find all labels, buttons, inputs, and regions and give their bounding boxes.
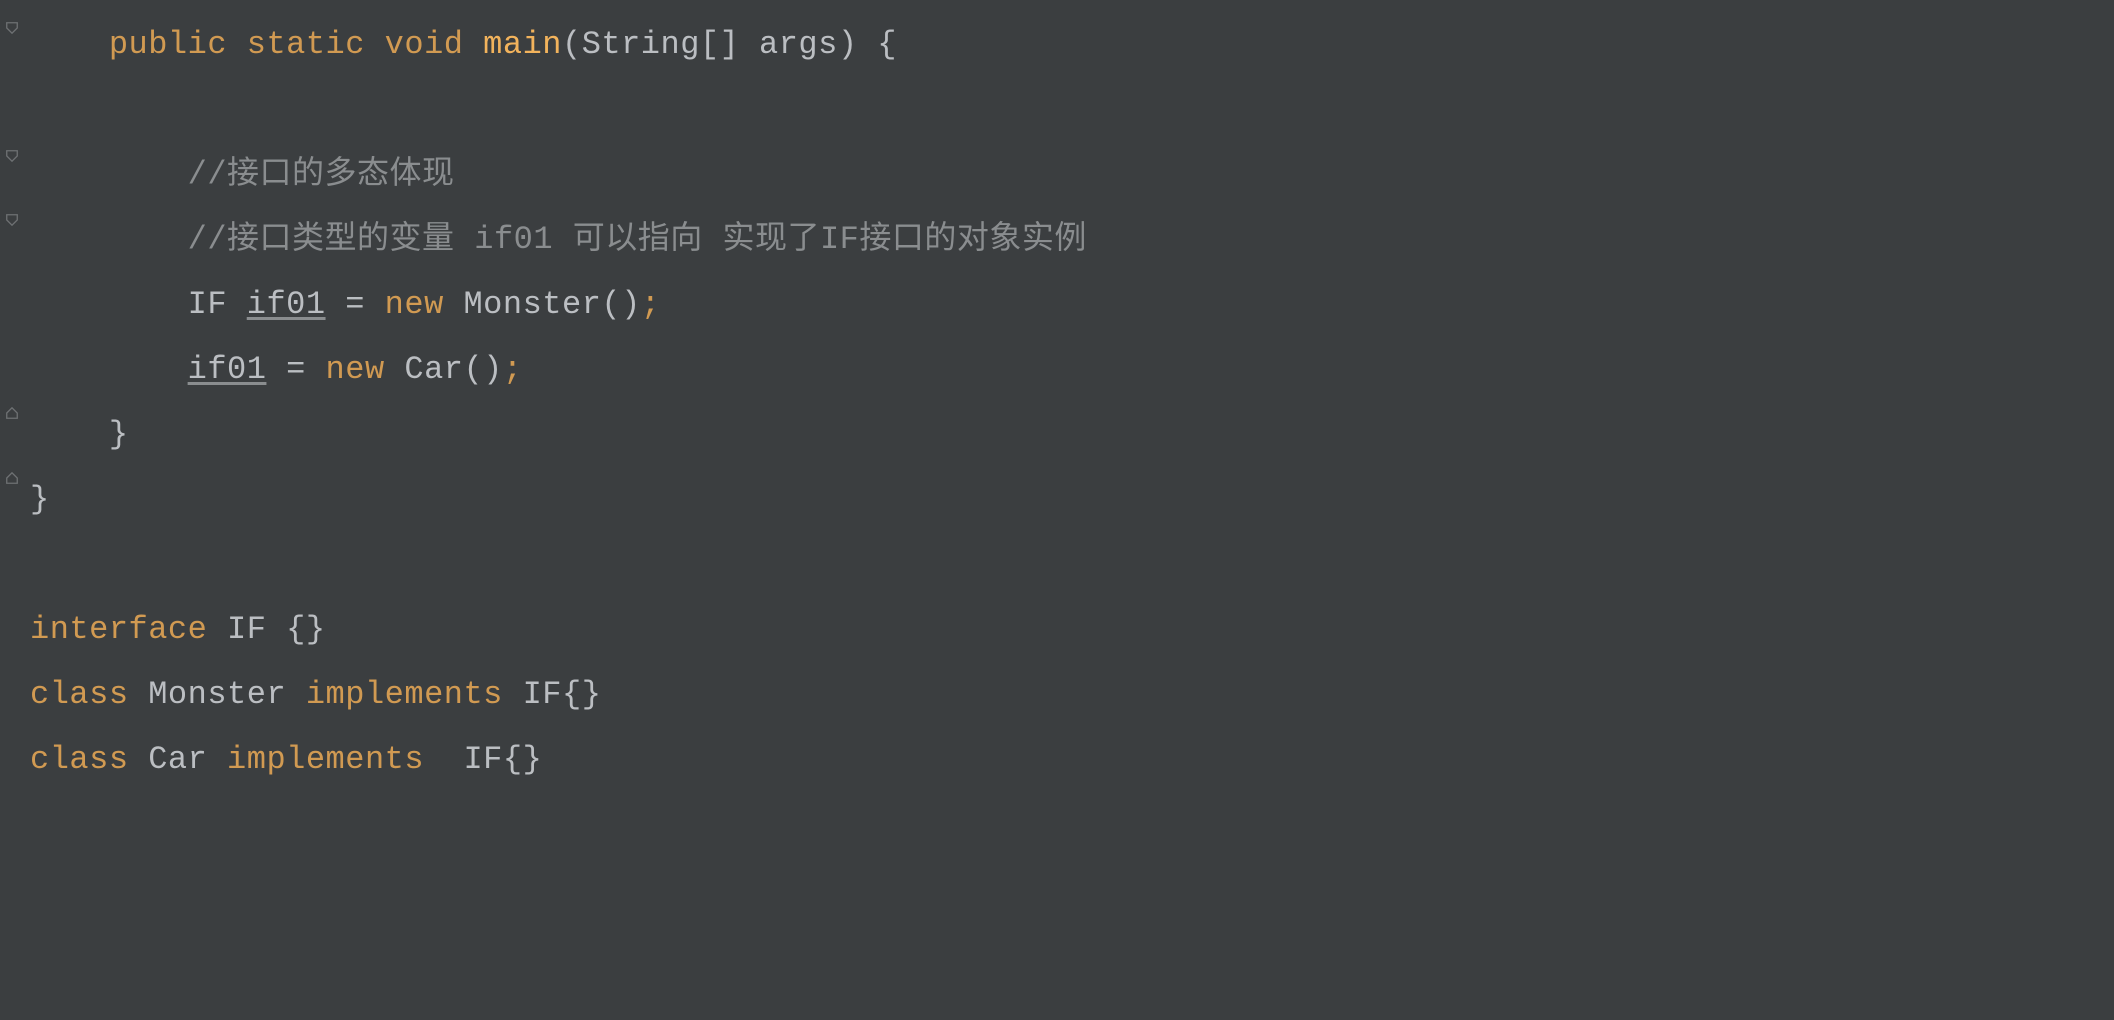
type-name: IF: [424, 741, 503, 778]
semicolon: ;: [503, 351, 523, 388]
indent: [30, 156, 188, 193]
comment-slash: //: [188, 156, 227, 193]
code-line: IF if01 = new Monster();: [30, 272, 2114, 337]
keyword-implements: implements: [306, 676, 503, 713]
type-name: IF: [188, 286, 247, 323]
brace: }: [109, 416, 129, 453]
indent: [30, 286, 188, 323]
constructor-call: Car(): [385, 351, 503, 388]
code-line-blank: [30, 77, 2114, 142]
variable: if01: [188, 351, 267, 388]
method-name: main: [483, 26, 562, 63]
keyword-new: new: [385, 286, 444, 323]
paren: ): [838, 26, 858, 63]
keyword-class: class: [30, 676, 129, 713]
fold-marker-icon[interactable]: [4, 148, 20, 164]
fold-marker-icon[interactable]: [4, 470, 20, 486]
keyword-public: public: [109, 26, 227, 63]
type-name: IF: [207, 611, 286, 648]
keyword-void: void: [385, 26, 464, 63]
code-line: //接口的多态体现: [30, 142, 2114, 207]
braces: {}: [503, 741, 542, 778]
assign-op: =: [266, 351, 325, 388]
code-line: //接口类型的变量 if01 可以指向 实现了IF接口的对象实例: [30, 207, 2114, 272]
code-line: class Monster implements IF{}: [30, 662, 2114, 727]
type-name: IF: [503, 676, 562, 713]
comment-text: 接口的多态体现: [227, 156, 455, 193]
indent: [30, 221, 188, 258]
paren: (: [562, 26, 582, 63]
code-line: }: [30, 467, 2114, 532]
type-name: Monster: [129, 676, 306, 713]
keyword-interface: interface: [30, 611, 207, 648]
brace: {: [858, 26, 897, 63]
keyword-implements: implements: [227, 741, 424, 778]
braces: {}: [562, 676, 601, 713]
code-editor[interactable]: public static void main(String[] args) {…: [26, 0, 2114, 1020]
brace: }: [30, 481, 50, 518]
keyword-static: static: [247, 26, 365, 63]
type-string: String: [582, 26, 700, 63]
code-line: interface IF {}: [30, 597, 2114, 662]
code-line: class Car implements IF{}: [30, 727, 2114, 792]
editor-gutter: [0, 0, 26, 1020]
indent: [30, 351, 188, 388]
fold-marker-icon[interactable]: [4, 405, 20, 421]
fold-marker-icon[interactable]: [4, 20, 20, 36]
comment-slash: //: [188, 221, 227, 258]
comment-text: 接口类型的变量 if01 可以指向 实现了IF接口的对象实例: [227, 221, 1087, 258]
keyword-new: new: [326, 351, 385, 388]
code-line-blank: [30, 532, 2114, 597]
indent: [30, 26, 109, 63]
code-line: public static void main(String[] args) {: [30, 12, 2114, 77]
code-line: if01 = new Car();: [30, 337, 2114, 402]
assign-op: =: [326, 286, 385, 323]
parameter: args: [739, 26, 838, 63]
type-name: Car: [129, 741, 228, 778]
keyword-class: class: [30, 741, 129, 778]
code-line: }: [30, 402, 2114, 467]
variable: if01: [247, 286, 326, 323]
constructor-call: Monster(): [444, 286, 641, 323]
semicolon: ;: [641, 286, 661, 323]
brackets: []: [700, 26, 739, 63]
indent: [30, 416, 109, 453]
braces: {}: [286, 611, 325, 648]
fold-marker-icon[interactable]: [4, 212, 20, 228]
